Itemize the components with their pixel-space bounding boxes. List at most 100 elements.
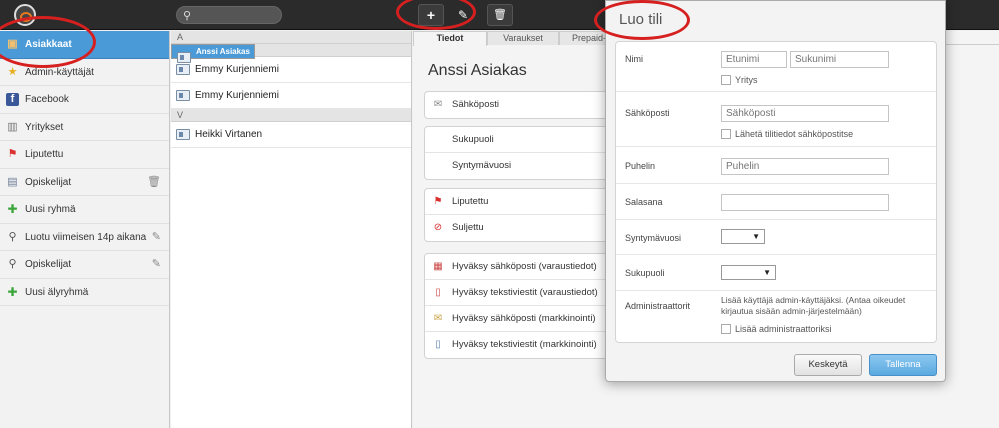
add-admin-checkbox[interactable] (721, 324, 731, 334)
gender-label: Sukupuoli (452, 134, 494, 145)
tab-varaukset[interactable]: Varaukset (487, 31, 559, 45)
permission-row[interactable]: ▦ Hyväksy sähköposti (varaustiedot) (425, 254, 623, 280)
send-credentials-label: Lähetä tilitiedot sähköpostitse (735, 129, 854, 139)
password-label: Salasana (625, 197, 663, 207)
calendar-icon: ▦ (433, 261, 443, 272)
facebook-icon: f (6, 93, 19, 106)
list-item-label: Emmy Kurjenniemi (195, 64, 279, 75)
flag-icon: ⚑ (433, 196, 443, 207)
sidebar-item-label: Liputettu (25, 149, 64, 160)
permission-label: Hyväksy tekstiviestit (markkinointi) (452, 339, 597, 350)
company-label: Yritys (735, 75, 758, 85)
search-icon: ⚲ (183, 10, 192, 22)
contact-card-icon (176, 129, 190, 140)
flagged-row[interactable]: ⚑ Liputettu (425, 189, 623, 215)
building-icon: ▥ (7, 120, 18, 133)
search-icon: ⚲ (8, 258, 17, 270)
sidebar-item-companies[interactable]: ▥ Yritykset (0, 114, 169, 141)
save-button[interactable]: Tallenna (869, 354, 937, 376)
sidebar-item-label: Yritykset (25, 121, 64, 133)
create-account-dialog: Luo tili Nimi Yritys Sähköposti Lähetä t… (605, 0, 946, 382)
admins-help-text: Lisää käyttäjä admin-käyttäjäksi. (Antaa… (721, 295, 906, 316)
sidebar-item-students-smart[interactable]: ⚲ Opiskelijat ✎ (0, 251, 169, 279)
pencil-icon[interactable]: ✎ (152, 251, 161, 278)
email-input[interactable] (721, 105, 889, 122)
sidebar-item-label: Admin-käyttäjät (25, 66, 94, 78)
pencil-icon[interactable]: ✎ (152, 224, 161, 251)
tab-tiedot[interactable]: Tiedot (413, 31, 487, 46)
sidebar-item-facebook[interactable]: f Facebook (0, 86, 169, 114)
name-row: Nimi Yritys (616, 42, 936, 92)
cancel-button[interactable]: Keskeytä (794, 354, 862, 376)
phone-icon: ▯ (435, 287, 441, 298)
closed-row[interactable]: ⊘ Suljettu (425, 215, 623, 241)
status-group: ⚑ Liputettu ⊘ Suljettu (424, 188, 624, 242)
company-checkbox[interactable] (721, 75, 731, 85)
search-icon: ⚲ (8, 230, 17, 243)
blocked-icon: ⊘ (433, 222, 443, 233)
plus-icon: ✚ (7, 202, 18, 216)
birthyear-label: Syntymävuosi (452, 160, 512, 171)
flag-icon: ⚑ (7, 148, 18, 160)
sidebar-item-created-14d[interactable]: ⚲ Luotu viimeisen 14p aikana ✎ (0, 224, 169, 251)
list-item[interactable]: Emmy Kurjenniemi (171, 57, 411, 83)
birthyear-row: Syntymävuosi ▼ (616, 220, 936, 255)
list-item-label: Emmy Kurjenniemi (195, 90, 279, 101)
permission-row[interactable]: ▯ Hyväksy tekstiviestit (markkinointi) (425, 332, 623, 358)
admins-row: Administraattorit Lisää käyttäjä admin-k… (616, 291, 936, 343)
add-admin-label: Lisää administraattoriksi (735, 324, 832, 334)
sidebar-item-students[interactable]: ▤ Opiskelijat 🗑 (0, 169, 169, 196)
group-icon: ▤ (7, 175, 18, 188)
search-input[interactable]: ⚲ (176, 6, 282, 24)
birthyear-row[interactable]: Syntymävuosi (425, 153, 623, 179)
profile-group: Sukupuoli Syntymävuosi (424, 126, 624, 180)
list-item[interactable]: Emmy Kurjenniemi (171, 83, 411, 109)
email-row: Sähköposti Lähetä tilitiedot sähköpostit… (616, 92, 936, 147)
sidebar-item-new-smart-group[interactable]: ✚ Uusi älyryhmä (0, 279, 169, 306)
gender-label: Sukupuoli (625, 268, 665, 278)
list-item-label: Heikki Virtanen (195, 129, 263, 140)
contact-card-icon (176, 90, 190, 101)
flagged-label: Liputettu (452, 196, 489, 207)
password-input[interactable] (721, 194, 889, 211)
phone-row: Puhelin (616, 147, 936, 184)
list-item-label: Anssi Asiakas (196, 47, 250, 56)
list-section-header: A (171, 31, 411, 44)
password-row: Salasana (616, 184, 936, 220)
sidebar-item-label: Opiskelijat (25, 176, 72, 188)
gender-select[interactable]: ▼ (721, 265, 776, 280)
gender-row[interactable]: Sukupuoli (425, 127, 623, 153)
list-item[interactable]: Heikki Virtanen (171, 122, 411, 148)
list-section-header: V (171, 109, 411, 122)
permission-row[interactable]: ▯ Hyväksy tekstiviestit (varaustiedot) (425, 280, 623, 306)
delete-button[interactable]: 🗑 (487, 4, 513, 26)
permission-row[interactable]: ✉ Hyväksy sähköposti (markkinointi) (425, 306, 623, 332)
sidebar-item-flagged[interactable]: ⚑ Liputettu (0, 141, 169, 169)
send-credentials-checkbox[interactable] (721, 129, 731, 139)
sidebar-item-label: Facebook (25, 94, 69, 105)
permission-label: Hyväksy sähköposti (varaustiedot) (452, 261, 597, 272)
firstname-input[interactable] (721, 51, 787, 68)
sidebar-item-label: Opiskelijat (25, 259, 72, 270)
email-label: Sähköposti (625, 108, 670, 118)
phone-input[interactable] (721, 158, 889, 175)
envelope-icon: ✉ (433, 99, 443, 110)
envelope-icon: ✉ (433, 313, 443, 324)
sidebar-item-label: Uusi ryhmä (25, 204, 76, 215)
plus-icon: ✚ (7, 284, 18, 299)
sidebar-item-new-group[interactable]: ✚ Uusi ryhmä (0, 196, 169, 224)
sidebar-item-label: Luotu viimeisen 14p aikana (25, 231, 147, 243)
birthyear-select[interactable]: ▼ (721, 229, 765, 244)
create-account-form: Nimi Yritys Sähköposti Lähetä tilitiedot… (615, 41, 937, 343)
email-label: Sähköposti (452, 99, 500, 110)
closed-label: Suljettu (452, 222, 484, 233)
birthyear-label: Syntymävuosi (625, 233, 682, 243)
lastname-input[interactable] (790, 51, 889, 68)
sidebar: ▣ Asiakkaat ★ Admin-käyttäjät f Facebook… (0, 31, 170, 428)
contact-card-icon (176, 64, 190, 75)
permission-label: Hyväksy sähköposti (markkinointi) (452, 313, 596, 324)
permission-label: Hyväksy tekstiviestit (varaustiedot) (452, 287, 598, 298)
permissions-group: ▦ Hyväksy sähköposti (varaustiedot) ▯ Hy… (424, 253, 624, 359)
trash-icon[interactable]: 🗑 (147, 169, 161, 196)
email-row[interactable]: ✉ Sähköposti (425, 92, 623, 118)
